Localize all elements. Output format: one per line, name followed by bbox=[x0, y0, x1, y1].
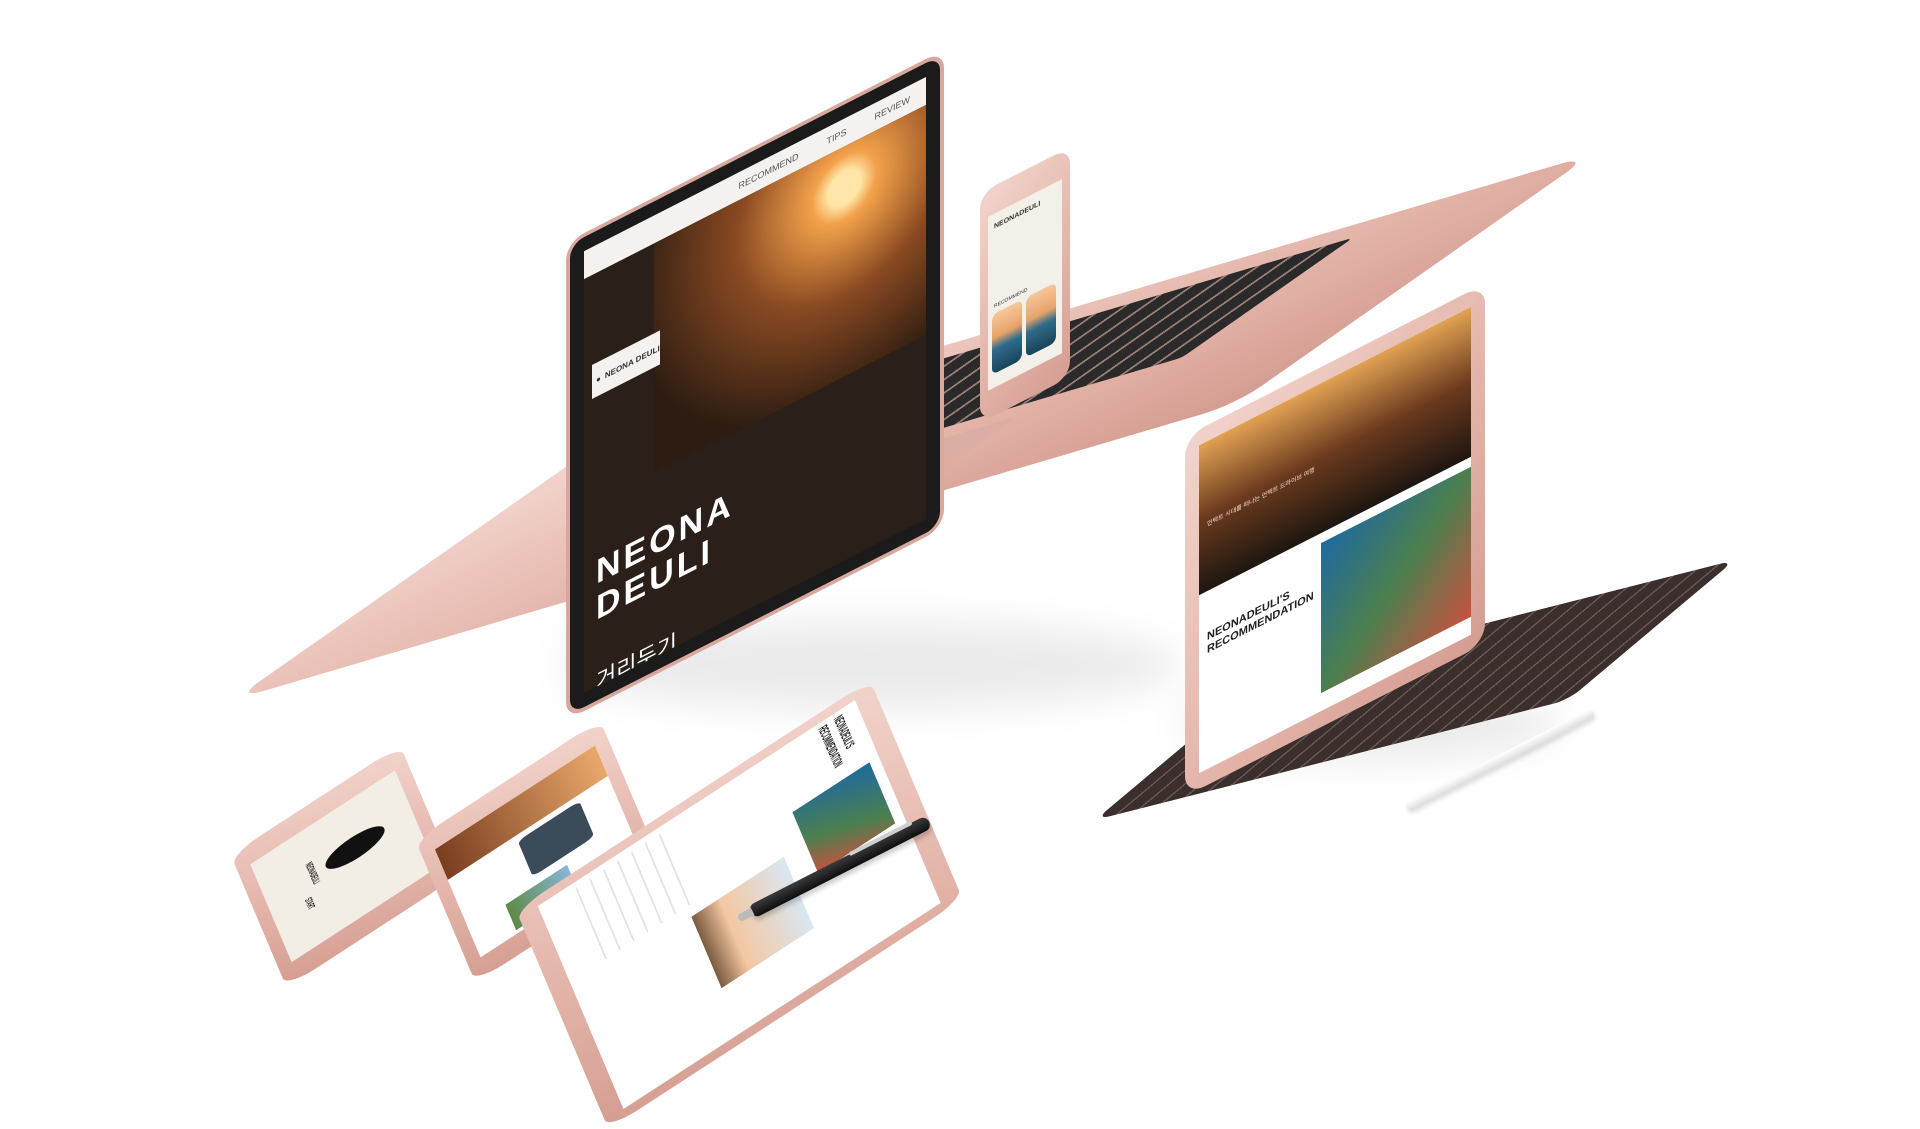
nav-tips[interactable]: TIPS bbox=[826, 126, 846, 146]
recommend-card[interactable] bbox=[1026, 282, 1056, 358]
tablet-heading-line1: NEONADEULI'S bbox=[1207, 589, 1290, 644]
logo-icon: ● bbox=[596, 373, 601, 385]
device-mockup-scene: RECOMMEND TIPS REVIEW ● NEONA DEULI NEON… bbox=[0, 0, 1920, 1129]
recommend-card[interactable] bbox=[992, 299, 1022, 375]
phone-top-screen: NEONADEULI RECOMMEND bbox=[988, 179, 1062, 391]
laptop: RECOMMEND TIPS REVIEW ● NEONA DEULI NEON… bbox=[570, 55, 940, 715]
app-name: NEONADEULI bbox=[302, 860, 321, 888]
globe-icon bbox=[321, 818, 389, 877]
phone-top: NEONADEULI RECOMMEND bbox=[980, 147, 1070, 423]
hero-title: NEONA DEULI bbox=[596, 484, 734, 628]
phone-bottom-left: NEONADEULI START bbox=[230, 745, 457, 988]
phone-bottom-left-screen: NEONADEULI START bbox=[250, 770, 437, 963]
site-logo[interactable]: ● NEONA DEULI bbox=[592, 330, 660, 400]
start-button[interactable]: START bbox=[302, 896, 315, 912]
laptop-screen: RECOMMEND TIPS REVIEW ● NEONA DEULI NEON… bbox=[584, 76, 926, 694]
logo-text: NEONA DEULI bbox=[604, 343, 660, 381]
building-photo bbox=[691, 856, 814, 989]
phone-top-title: NEONADEULI bbox=[994, 200, 1041, 231]
tablet-bottom-heading: NEONADEULI'S RECOMMENDATION bbox=[814, 712, 862, 773]
tablet-heading: NEONADEULI'S RECOMMENDATION bbox=[1207, 575, 1317, 657]
